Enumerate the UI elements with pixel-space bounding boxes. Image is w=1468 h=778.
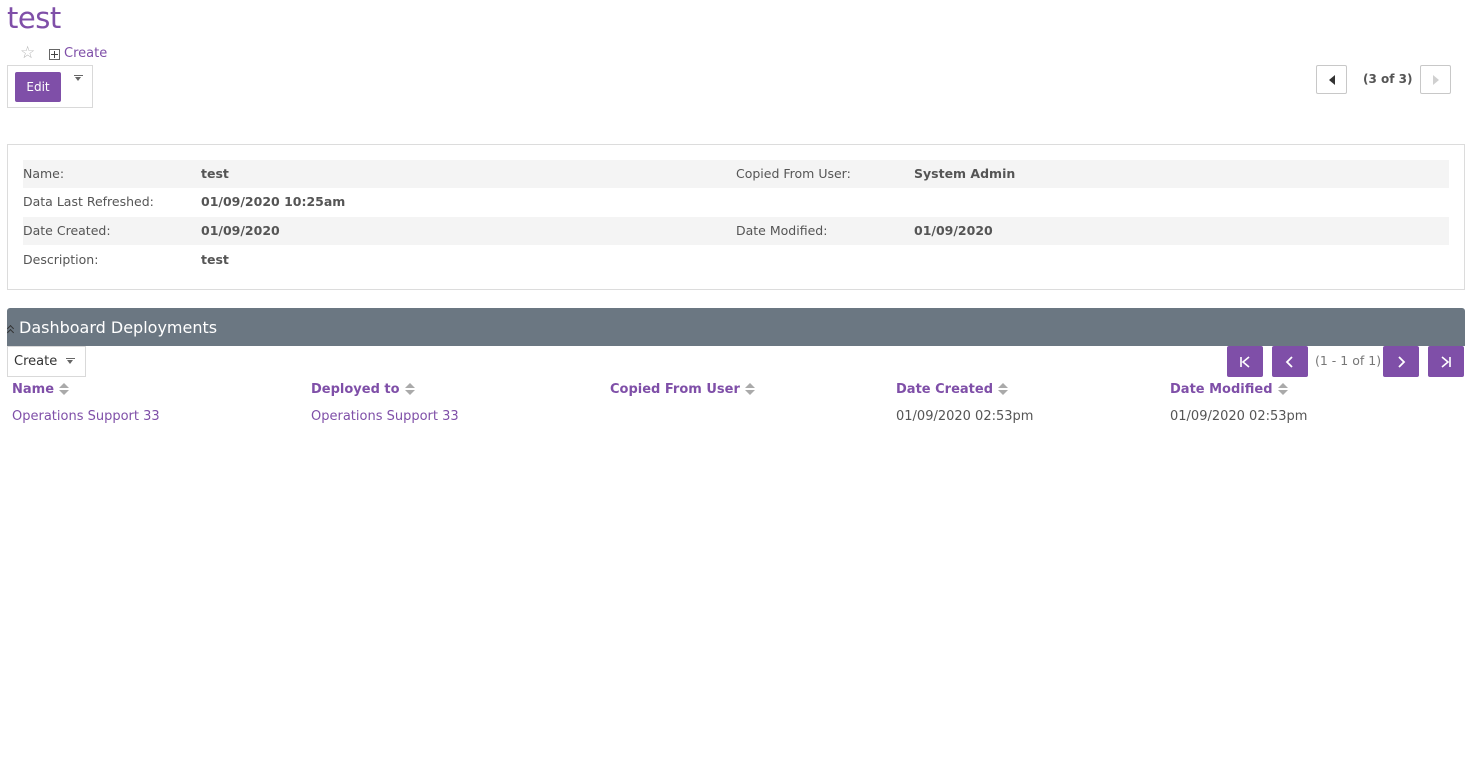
row-deployed-to-link[interactable]: Operations Support 33 (311, 409, 459, 424)
dropdown-caret-icon[interactable] (74, 75, 83, 82)
edit-button[interactable]: Edit (15, 72, 61, 102)
column-label: Copied From User (610, 382, 740, 397)
sort-icon (59, 382, 70, 397)
create-link-label: Create (64, 46, 108, 61)
next-record-icon (1432, 74, 1439, 85)
previous-record-button[interactable] (1316, 65, 1347, 94)
modified-label: Date Modified: (736, 223, 828, 238)
created-value: 01/09/2020 (201, 223, 280, 238)
last-page-icon (1441, 355, 1451, 368)
plus-box-icon (49, 49, 60, 60)
column-label: Deployed to (311, 382, 400, 397)
page-title: test (7, 1, 61, 35)
created-label: Date Created: (23, 223, 111, 238)
edit-button-group: Edit (7, 65, 93, 108)
name-label: Name: (23, 166, 65, 181)
deployments-header[interactable]: Dashboard Deployments (7, 308, 1465, 346)
sort-icon (404, 382, 415, 397)
column-header-name[interactable]: Name (12, 382, 70, 397)
previous-record-icon (1328, 74, 1335, 85)
sort-icon (744, 382, 755, 397)
create-label: Create (14, 354, 58, 369)
first-page-button[interactable] (1227, 346, 1263, 377)
column-header-date-modified[interactable]: Date Modified (1170, 382, 1288, 397)
column-header-date-created[interactable]: Date Created (896, 382, 1008, 397)
previous-page-button[interactable] (1272, 346, 1308, 377)
last-page-button[interactable] (1428, 346, 1464, 377)
star-icon[interactable]: ☆ (20, 43, 35, 63)
description-value: test (201, 252, 229, 267)
modified-value: 01/09/2020 (914, 223, 993, 238)
copied-from-value: System Admin (914, 166, 1016, 181)
detail-row: Description: test (23, 246, 1449, 274)
previous-page-icon (1285, 355, 1293, 368)
next-record-button[interactable] (1420, 65, 1451, 94)
row-date-modified: 01/09/2020 02:53pm (1170, 409, 1308, 424)
create-link[interactable]: Create (49, 46, 107, 61)
name-value: test (201, 166, 229, 181)
deployments-create-button[interactable]: Create (7, 346, 86, 377)
copied-from-label: Copied From User: (736, 166, 851, 181)
column-label: Date Created (896, 382, 993, 397)
column-label: Date Modified (1170, 382, 1273, 397)
description-label: Description: (23, 252, 99, 267)
detail-row: Name: test Copied From User: System Admi… (23, 160, 1449, 188)
first-page-icon (1240, 355, 1250, 368)
column-header-deployed-to[interactable]: Deployed to (311, 382, 415, 397)
detail-row: Date Created: 01/09/2020 Date Modified: … (23, 217, 1449, 245)
row-date-created: 01/09/2020 02:53pm (896, 409, 1034, 424)
page-count: (1 - 1 of 1) (1315, 353, 1382, 368)
detail-panel: Name: test Copied From User: System Admi… (7, 144, 1465, 290)
column-label: Name (12, 382, 55, 397)
next-page-button[interactable] (1383, 346, 1419, 377)
sort-icon (1277, 382, 1288, 397)
row-name-link[interactable]: Operations Support 33 (12, 409, 160, 424)
detail-row: Data Last Refreshed: 01/09/2020 10:25am (23, 188, 1449, 216)
collapse-icon[interactable] (7, 325, 15, 335)
refreshed-label: Data Last Refreshed: (23, 194, 154, 209)
refreshed-value: 01/09/2020 10:25am (201, 194, 346, 209)
section-title: Dashboard Deployments (19, 317, 218, 337)
sort-icon (998, 382, 1008, 397)
column-header-copied-from-user[interactable]: Copied From User (610, 382, 755, 397)
dropdown-caret-icon (66, 358, 75, 365)
next-page-icon (1398, 355, 1406, 368)
record-position: (3 of 3) (1363, 72, 1413, 86)
